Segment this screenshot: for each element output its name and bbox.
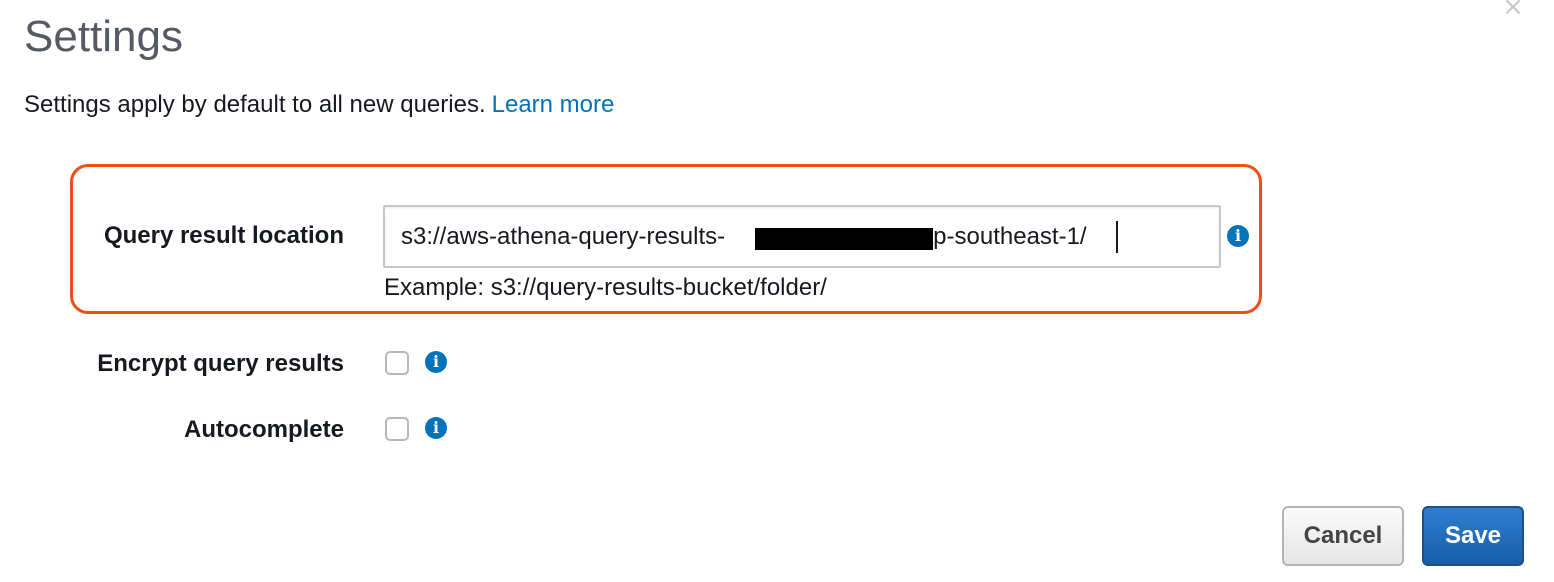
cancel-button[interactable]: Cancel (1282, 506, 1404, 566)
encrypt-query-results-checkbox[interactable] (385, 351, 409, 375)
save-button[interactable]: Save (1422, 506, 1524, 566)
learn-more-link[interactable]: Learn more (492, 91, 615, 118)
query-result-location-hint: Example: s3://query-results-bucket/folde… (384, 274, 827, 301)
encrypt-query-results-label: Encrypt query results (97, 350, 344, 377)
close-icon[interactable]: × (1500, 0, 1526, 20)
dialog-title: Settings (24, 12, 183, 61)
info-icon[interactable]: i (425, 417, 447, 439)
info-icon[interactable]: i (425, 351, 447, 373)
description-text: Settings apply by default to all new que… (24, 91, 486, 118)
settings-dialog: × Settings Settings apply by default to … (0, 0, 1554, 582)
query-result-location-label: Query result location (103, 222, 344, 249)
text-cursor (1116, 221, 1118, 253)
dialog-description: Settings apply by default to all new que… (24, 90, 614, 120)
info-icon[interactable]: i (1227, 225, 1249, 247)
query-result-location-field[interactable] (383, 205, 1221, 268)
autocomplete-checkbox[interactable] (385, 417, 409, 441)
redacted-account-id (755, 228, 933, 250)
autocomplete-label: Autocomplete (183, 416, 344, 443)
